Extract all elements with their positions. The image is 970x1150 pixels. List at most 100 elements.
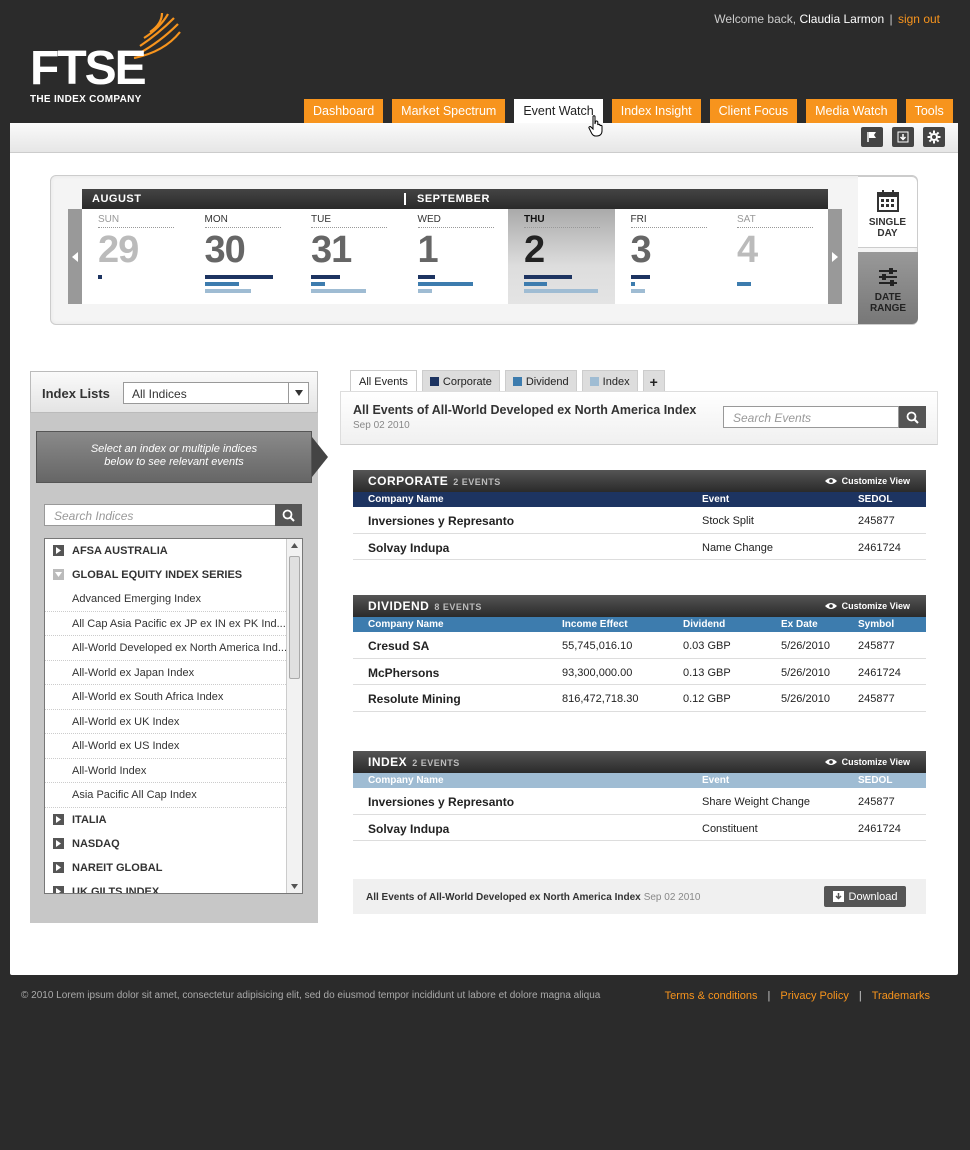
- scrollbar[interactable]: [286, 539, 302, 893]
- settings-button[interactable]: [923, 127, 945, 147]
- event-tab-add[interactable]: +: [642, 370, 665, 392]
- terms-link[interactable]: Terms & conditions: [665, 990, 758, 1002]
- flag-button[interactable]: [861, 127, 883, 147]
- sign-out-link[interactable]: sign out: [898, 12, 940, 26]
- nav-tab-dashboard[interactable]: Dashboard: [304, 99, 384, 123]
- calendar-day-tue[interactable]: TUE 31: [295, 209, 402, 304]
- index-item[interactable]: All-World ex Japan Index: [45, 661, 286, 685]
- calendar-day-sun[interactable]: SUN 29: [82, 209, 189, 304]
- events-title: All Events of All-World Developed ex Nor…: [353, 403, 697, 417]
- footer-links: Terms & conditions | Privacy Policy | Tr…: [665, 990, 930, 1002]
- eye-icon: [824, 759, 837, 765]
- download-button[interactable]: Download: [824, 886, 906, 907]
- collapsed-icon[interactable]: [53, 885, 64, 893]
- events-section-index: INDEX 2 EVENTS Customize View Company Name E…: [353, 751, 926, 841]
- scroll-down-icon[interactable]: [291, 884, 298, 889]
- collapsed-icon[interactable]: [53, 813, 64, 825]
- privacy-link[interactable]: Privacy Policy: [780, 990, 848, 1002]
- column-header[interactable]: Company Name: [368, 775, 444, 786]
- nav-tab-client-focus[interactable]: Client Focus: [709, 99, 798, 123]
- calendar-day-sat[interactable]: SAT 4: [721, 209, 828, 304]
- search-indices-input[interactable]: Search Indices: [44, 504, 302, 526]
- table-row[interactable]: Cresud SA 55,745,016.10 0.03 GBP 5/26/2010 2…: [353, 632, 926, 659]
- column-header[interactable]: Company Name: [368, 494, 444, 505]
- event-tab-all-events[interactable]: All Events: [350, 370, 417, 393]
- column-header[interactable]: Ex Date: [781, 619, 818, 630]
- calendar-day-number: 31: [311, 229, 352, 271]
- index-item[interactable]: All-World Index: [45, 759, 286, 783]
- column-header[interactable]: SEDOL: [858, 494, 892, 505]
- column-header[interactable]: Dividend: [683, 619, 725, 630]
- table-row[interactable]: Solvay Indupa Name Change 2461724: [353, 534, 926, 560]
- trademarks-link[interactable]: Trademarks: [872, 990, 930, 1002]
- event-volume-bar: [524, 282, 547, 286]
- event-tab-dividend[interactable]: Dividend: [504, 370, 577, 392]
- column-header[interactable]: Event: [702, 494, 729, 505]
- index-item[interactable]: Asia Pacific All Cap Index: [45, 783, 286, 808]
- index-group[interactable]: NAREIT GLOBAL: [45, 856, 286, 880]
- index-item[interactable]: All-World ex UK Index: [45, 710, 286, 734]
- single-day-button[interactable]: SINGLE DAY: [858, 176, 918, 248]
- customize-view-button[interactable]: Customize View: [824, 476, 910, 486]
- calendar-day-fri[interactable]: FRI 3: [615, 209, 722, 304]
- column-header[interactable]: Event: [702, 775, 729, 786]
- event-tab-index[interactable]: Index: [581, 370, 638, 392]
- index-label: All Cap Asia Pacific ex JP ex IN ex PK I…: [72, 617, 286, 630]
- nav-tab-index-insight[interactable]: Index Insight: [611, 99, 701, 123]
- index-item[interactable]: All-World Developed ex North America Ind…: [45, 636, 286, 661]
- scrollbar-thumb[interactable]: [289, 556, 300, 679]
- index-label: NASDAQ: [72, 837, 120, 850]
- index-group[interactable]: ITALIA: [45, 808, 286, 832]
- date-range-button[interactable]: DATE RANGE: [858, 252, 918, 324]
- index-item[interactable]: All-World ex US Index: [45, 734, 286, 759]
- index-item[interactable]: Advanced Emerging Index: [45, 587, 286, 612]
- nav-tab-media-watch[interactable]: Media Watch: [806, 99, 897, 123]
- table-row[interactable]: Solvay Indupa Constituent 2461724: [353, 815, 926, 841]
- search-indices-button[interactable]: [275, 504, 302, 526]
- index-group[interactable]: GLOBAL EQUITY INDEX SERIES: [45, 563, 286, 587]
- calendar-prev-button[interactable]: [68, 209, 82, 304]
- column-header[interactable]: Company Name: [368, 619, 444, 630]
- customize-view-label: Customize View: [841, 601, 910, 611]
- select-arrow[interactable]: [288, 383, 308, 403]
- index-item[interactable]: All Cap Asia Pacific ex JP ex IN ex PK I…: [45, 612, 286, 636]
- index-group[interactable]: AFSA AUSTRALIA: [45, 539, 286, 563]
- event-volume-bar: [417, 289, 432, 293]
- table-row[interactable]: Resolute Mining 816,472,718.30 0.12 GBP 5/2…: [353, 685, 926, 712]
- column-header[interactable]: Symbol: [858, 619, 894, 630]
- section-header: DIVIDEND 8 EVENTS Customize View: [353, 595, 926, 617]
- table-row[interactable]: Inversiones y Represanto Stock Split 24587…: [353, 507, 926, 534]
- nav-tab-market-spectrum[interactable]: Market Spectrum: [392, 99, 506, 123]
- calendar-day-thu[interactable]: THU 2: [508, 209, 615, 304]
- section-header: INDEX 2 EVENTS Customize View: [353, 751, 926, 773]
- column-header[interactable]: SEDOL: [858, 775, 892, 786]
- event-tab-corporate[interactable]: Corporate: [421, 370, 500, 392]
- index-item[interactable]: All-World ex South Africa Index: [45, 685, 286, 710]
- collapsed-icon[interactable]: [53, 861, 64, 873]
- search-events-input[interactable]: Search Events: [723, 406, 899, 428]
- events-section-dividend: DIVIDEND 8 EVENTS Customize View Company Na…: [353, 595, 926, 712]
- ftse-logo[interactable]: FTSE THE INDEX COMPANY: [30, 12, 190, 107]
- index-label: ITALIA: [72, 813, 107, 826]
- download-button[interactable]: [892, 127, 914, 147]
- index-group[interactable]: UK GILTS INDEX: [45, 880, 286, 893]
- month-august: AUGUST: [92, 193, 142, 205]
- calendar-day-wed[interactable]: WED 1: [402, 209, 509, 304]
- collapsed-icon[interactable]: [53, 545, 64, 556]
- scroll-up-icon[interactable]: [291, 543, 298, 548]
- index-group[interactable]: NASDAQ: [45, 832, 286, 856]
- customize-view-button[interactable]: Customize View: [824, 601, 910, 611]
- nav-tab-tools[interactable]: Tools: [905, 99, 953, 123]
- gear-icon: [927, 130, 941, 144]
- calendar-next-button[interactable]: [828, 209, 842, 304]
- calendar-day-mon[interactable]: MON 30: [189, 209, 296, 304]
- collapsed-icon[interactable]: [53, 837, 64, 849]
- single-day-label-2: DAY: [877, 228, 898, 239]
- customize-view-button[interactable]: Customize View: [824, 757, 910, 767]
- expanded-icon[interactable]: [53, 569, 64, 580]
- table-row[interactable]: Inversiones y Represanto Share Weight Cha…: [353, 788, 926, 815]
- table-row[interactable]: McPhersons 93,300,000.00 0.13 GBP 5/26/2010…: [353, 659, 926, 685]
- indices-select[interactable]: All Indices: [123, 382, 309, 404]
- search-events-button[interactable]: [899, 406, 926, 428]
- column-header[interactable]: Income Effect: [562, 619, 628, 630]
